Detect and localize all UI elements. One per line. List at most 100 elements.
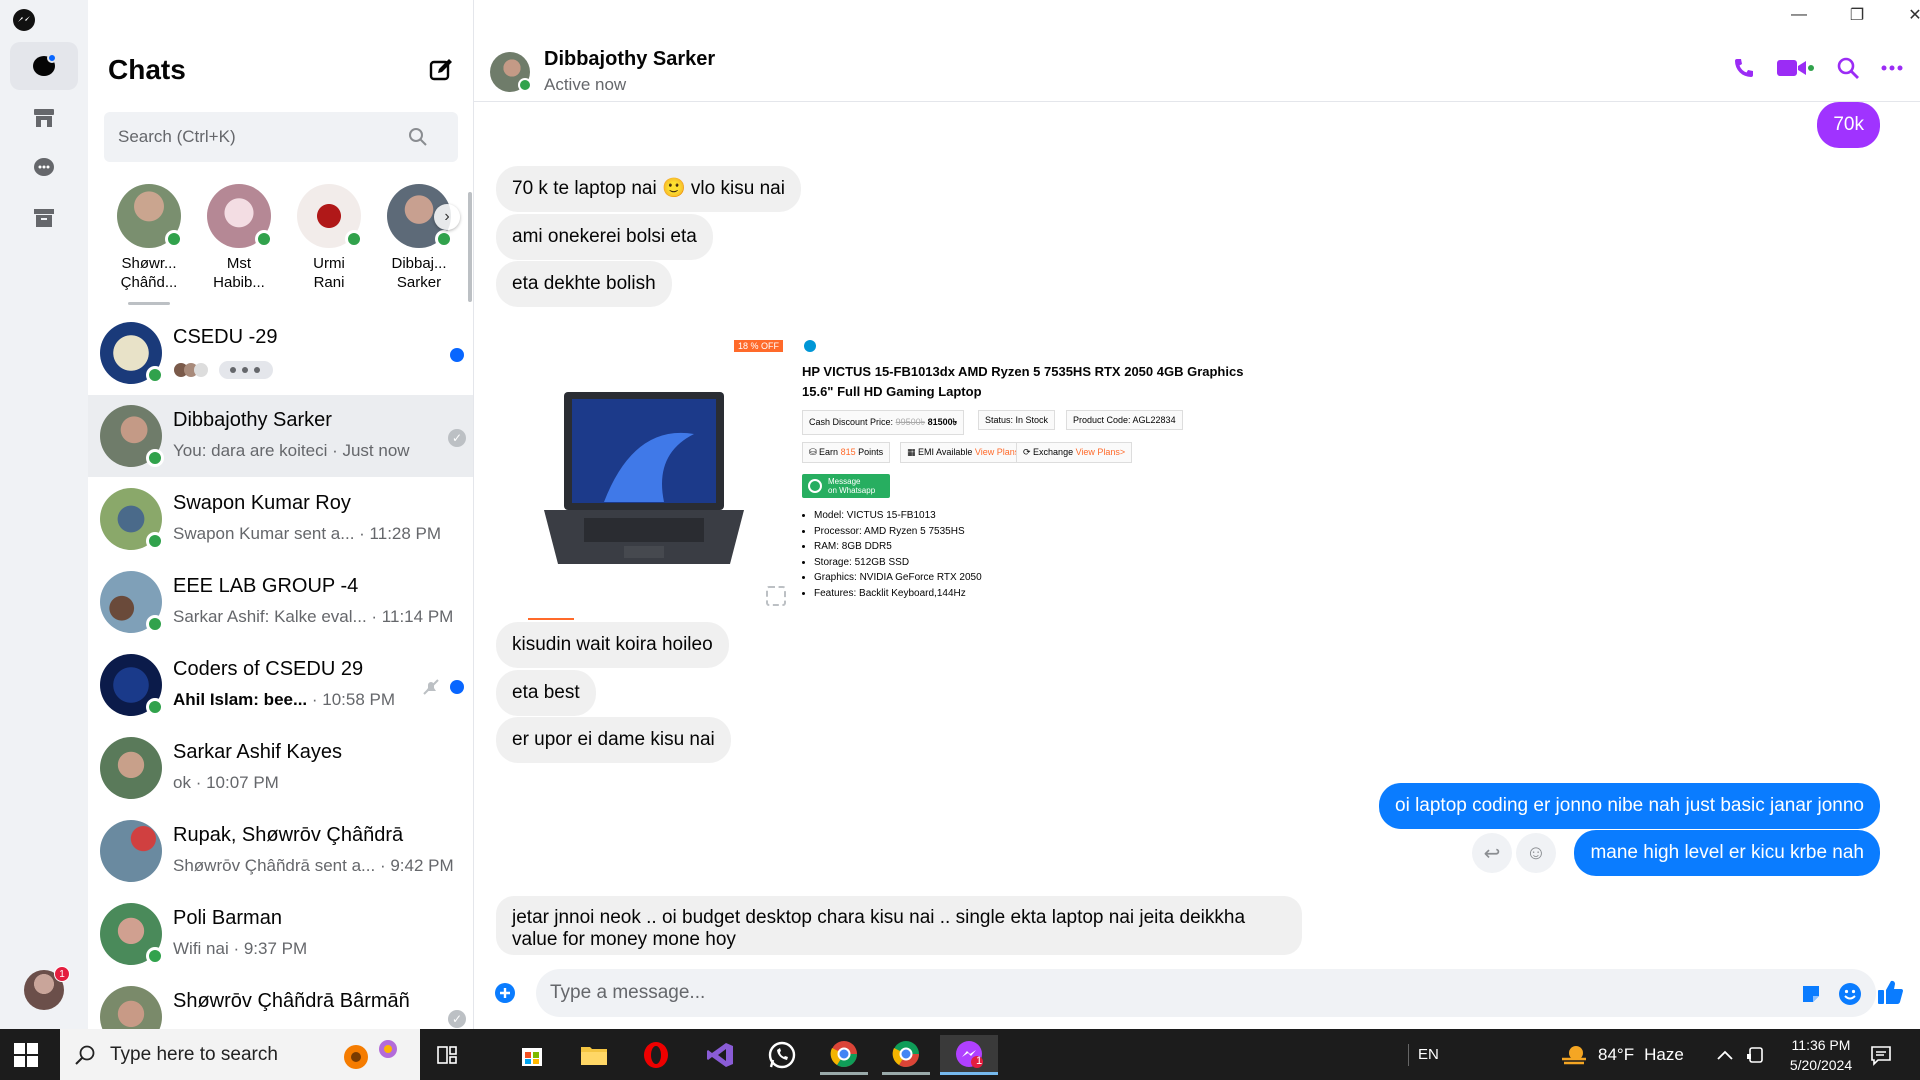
compose-icon[interactable] bbox=[427, 56, 455, 84]
spec-item: Model: VICTUS 15-FB1013 bbox=[814, 508, 982, 524]
windows-start-icon[interactable] bbox=[14, 1043, 38, 1067]
nav-marketplace[interactable] bbox=[10, 94, 78, 142]
exchange-chip: ⟳ Exchange View Plans> bbox=[1016, 442, 1133, 463]
message-bubble-incoming[interactable]: ami onekerei bolsi eta bbox=[496, 214, 713, 260]
message-bubble-incoming[interactable]: jetar jnnoi neok .. oi budget desktop ch… bbox=[496, 896, 1302, 955]
online-indicator bbox=[146, 947, 164, 965]
reply-icon[interactable]: ↩ bbox=[1472, 833, 1512, 873]
react-emoji-icon[interactable]: ☺ bbox=[1516, 833, 1556, 873]
conversation-item[interactable]: Shøwrōv Çhâñdrā Bârmāñ ✓ bbox=[88, 976, 473, 1029]
device-icon[interactable] bbox=[1746, 1029, 1766, 1080]
conversation-preview: Swapon Kumar sent a... · 11:28 PM bbox=[173, 524, 442, 543]
chrome-profile-icon[interactable] bbox=[882, 1035, 930, 1075]
hp-logo-icon bbox=[804, 340, 816, 352]
whatsapp-icon[interactable] bbox=[758, 1035, 806, 1075]
avatar bbox=[100, 488, 164, 550]
opera-icon[interactable] bbox=[632, 1035, 680, 1075]
message-bubble-outgoing[interactable]: mane high level er kicu krbe nah bbox=[1574, 830, 1880, 876]
conversation-title: Dibbajothy Sarker bbox=[173, 409, 332, 431]
avatar[interactable] bbox=[490, 52, 532, 92]
message-bubble-incoming[interactable]: eta dekhte bolish bbox=[496, 261, 672, 307]
conversation-title: Swapon Kumar Roy bbox=[173, 492, 351, 514]
conversation-item-active[interactable]: Dibbajothy Sarker You: dara are koiteci … bbox=[88, 395, 473, 477]
restore-button[interactable]: ❐ bbox=[1832, 0, 1882, 30]
conversation-title: Shøwrōv Çhâñdrā Bârmāñ bbox=[173, 990, 410, 1012]
message-input[interactable] bbox=[550, 982, 1750, 1004]
chevron-up-icon[interactable] bbox=[1716, 1029, 1734, 1080]
minimize-button[interactable]: — bbox=[1774, 0, 1824, 30]
search-icon[interactable] bbox=[1836, 56, 1860, 80]
language-indicator[interactable]: EN bbox=[1418, 1029, 1439, 1080]
story-item[interactable]: Dibbaj... Sarker bbox=[376, 184, 462, 292]
conversation-preview: Shøwrōv Çhâñdrā sent a... · 9:42 PM bbox=[173, 856, 454, 875]
online-indicator bbox=[146, 615, 164, 633]
weather-widget[interactable]: 84°F Haze bbox=[1560, 1029, 1684, 1080]
online-indicator bbox=[146, 698, 164, 716]
expand-icon[interactable] bbox=[766, 586, 786, 606]
conversation-item[interactable]: Sarkar Ashif Kayes ok · 10:07 PM bbox=[88, 727, 473, 809]
search-highlight-icon bbox=[344, 1040, 397, 1069]
chats-heading: Chats bbox=[108, 54, 186, 85]
emoji-icon[interactable] bbox=[1838, 982, 1862, 1006]
laptop-image-icon bbox=[544, 392, 744, 564]
scrollbar[interactable] bbox=[468, 192, 472, 302]
conversation-item[interactable]: EEE LAB GROUP -4 Sarkar Ashif: Kalke eva… bbox=[88, 561, 473, 643]
message-bubble-incoming[interactable]: 70 k te laptop nai 🙂 vlo kisu nai bbox=[496, 166, 801, 212]
taskbar-search-text: Type here to search bbox=[110, 1043, 278, 1065]
taskbar-search[interactable]: Type here to search bbox=[60, 1029, 420, 1080]
profile-avatar[interactable]: 1 bbox=[24, 966, 70, 1010]
unread-dot bbox=[450, 680, 464, 694]
chrome-icon[interactable] bbox=[820, 1035, 868, 1075]
message-input-box[interactable] bbox=[536, 969, 1876, 1017]
microsoft-store-icon[interactable] bbox=[508, 1035, 556, 1075]
story-item[interactable]: Mst Habib... bbox=[196, 184, 282, 292]
emi-chip: ▦ EMI Available View Plans> bbox=[900, 442, 1032, 463]
story-item[interactable]: Urmi Rani bbox=[286, 184, 372, 292]
plus-circle-icon[interactable] bbox=[494, 982, 516, 1004]
conversation-item[interactable]: Poli Barman Wifi nai · 9:37 PM bbox=[88, 893, 473, 975]
story-item[interactable]: Shøwr... Çhâñd... bbox=[106, 184, 192, 292]
seen-check-icon: ✓ bbox=[448, 1010, 466, 1028]
whatsapp-button[interactable]: Message on Whatsapp bbox=[802, 474, 890, 498]
message-bubble-incoming[interactable]: er upor ei dame kisu nai bbox=[496, 717, 731, 763]
nav-requests[interactable] bbox=[10, 144, 78, 192]
sticker-icon[interactable] bbox=[1800, 983, 1822, 1005]
conversation-item[interactable]: Swapon Kumar Roy Swapon Kumar sent a... … bbox=[88, 478, 473, 560]
chevron-right-icon[interactable]: › bbox=[434, 204, 460, 230]
messenger-taskbar-icon[interactable]: 1 bbox=[940, 1035, 998, 1075]
phone-icon[interactable] bbox=[1732, 56, 1756, 80]
notifications-icon[interactable] bbox=[1870, 1029, 1892, 1080]
online-indicator bbox=[255, 230, 273, 248]
clock[interactable]: 11:36 PM 5/20/2024 bbox=[1780, 1029, 1862, 1080]
more-options-icon[interactable] bbox=[1880, 56, 1904, 80]
nav-chats[interactable] bbox=[10, 42, 78, 90]
story-name: Urmi Rani bbox=[313, 255, 345, 291]
thumbs-up-icon[interactable] bbox=[1876, 978, 1904, 1006]
message-bubble-outgoing[interactable]: oi laptop coding er jonno nibe nah just … bbox=[1379, 783, 1880, 829]
conversation-item[interactable]: Coders of CSEDU 29 Ahil Islam: bee... · … bbox=[88, 644, 473, 726]
video-call-icon[interactable] bbox=[1776, 56, 1816, 80]
conversation-item[interactable]: Rupak, Shøwrōv Çhâñdrā Shøwrōv Çhâñdrā s… bbox=[88, 810, 473, 892]
search-input[interactable] bbox=[118, 127, 408, 147]
visual-studio-icon[interactable] bbox=[696, 1035, 744, 1075]
seen-check-icon: ✓ bbox=[448, 429, 466, 447]
discount-tag: 18 % OFF bbox=[734, 340, 784, 352]
message-bubble-incoming[interactable]: eta best bbox=[496, 670, 596, 716]
message-bubble-incoming[interactable]: kisudin wait koira hoileo bbox=[496, 622, 729, 668]
close-button[interactable]: ✕ bbox=[1890, 0, 1920, 30]
nav-archive[interactable] bbox=[10, 194, 78, 242]
story-name: Dibbaj... Sarker bbox=[391, 255, 447, 291]
search-box[interactable] bbox=[104, 112, 458, 162]
product-link-preview[interactable]: 18 % OFF HP VICTUS 15-FB1013dx AMD Ryzen… bbox=[494, 326, 1254, 622]
message-bubble-outgoing[interactable]: 70k bbox=[1817, 102, 1880, 148]
task-view-icon[interactable] bbox=[424, 1035, 472, 1075]
windows-taskbar: Type here to search 1 EN 84°F Haze 11:36… bbox=[0, 1029, 1920, 1080]
chat-bubble-icon bbox=[33, 53, 57, 76]
conversation-title: Coders of CSEDU 29 bbox=[173, 658, 364, 680]
typing-indicator bbox=[173, 360, 283, 385]
file-explorer-icon[interactable] bbox=[570, 1035, 618, 1075]
contact-name[interactable]: Dibbajothy Sarker bbox=[544, 48, 715, 71]
story-name: Mst Habib... bbox=[213, 255, 265, 291]
conversation-title: Poli Barman bbox=[173, 907, 282, 929]
conversation-item[interactable]: CSEDU -29 bbox=[88, 312, 473, 394]
